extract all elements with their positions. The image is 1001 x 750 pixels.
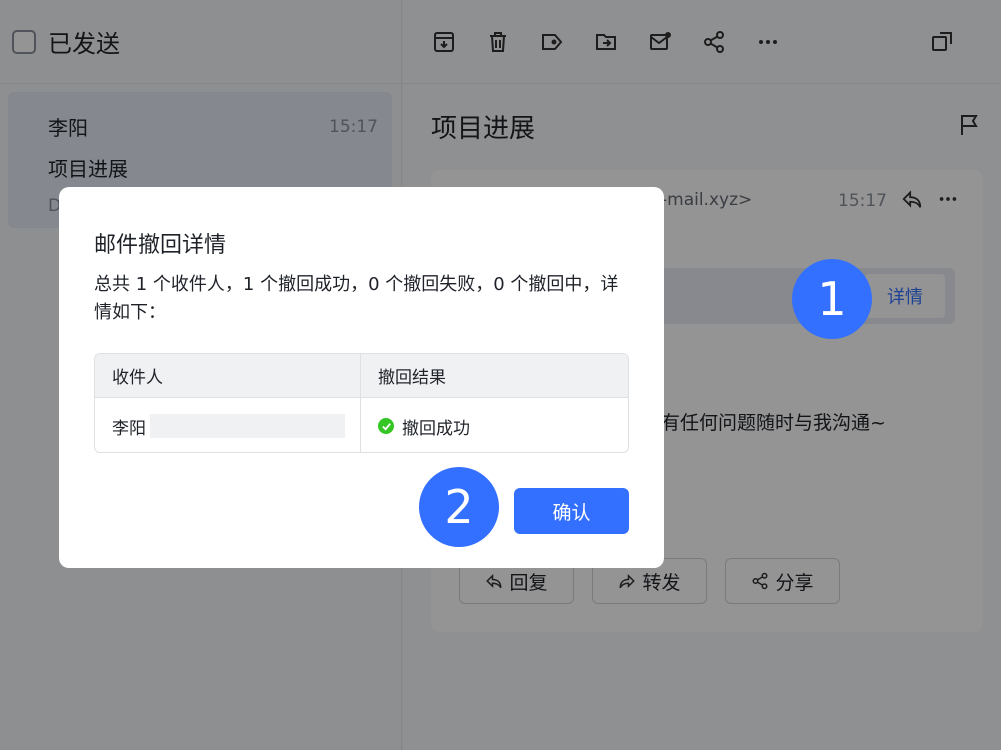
- dialog-description: 总共 1 个收件人，1 个撤回成功，0 个撤回失败，0 个撤回中，详情如下：: [94, 274, 619, 323]
- success-check-icon: [378, 418, 394, 434]
- column-header-recipient: 收件人: [95, 354, 361, 397]
- recall-status: 撤回成功: [402, 418, 470, 439]
- step-badge-1: 1: [792, 259, 872, 339]
- step-badge-2: 2: [419, 467, 499, 547]
- recall-result-table: 收件人 撤回结果 李阳 撤回成功: [94, 353, 629, 453]
- result-cell: 撤回成功: [361, 398, 628, 452]
- redacted-email: [150, 414, 345, 438]
- table-row: 李阳 撤回成功: [95, 398, 628, 452]
- confirm-button[interactable]: 确认: [514, 488, 629, 534]
- recipient-name: 李阳: [112, 418, 146, 439]
- recall-detail-dialog: 邮件撤回详情 总共 1 个收件人，1 个撤回成功，0 个撤回失败，0 个撤回中，…: [59, 187, 664, 568]
- column-header-result: 撤回结果: [378, 368, 446, 388]
- recipient-cell: 李阳: [95, 398, 361, 452]
- dialog-title: 邮件撤回详情: [94, 233, 227, 258]
- table-header: 收件人 撤回结果: [95, 354, 628, 398]
